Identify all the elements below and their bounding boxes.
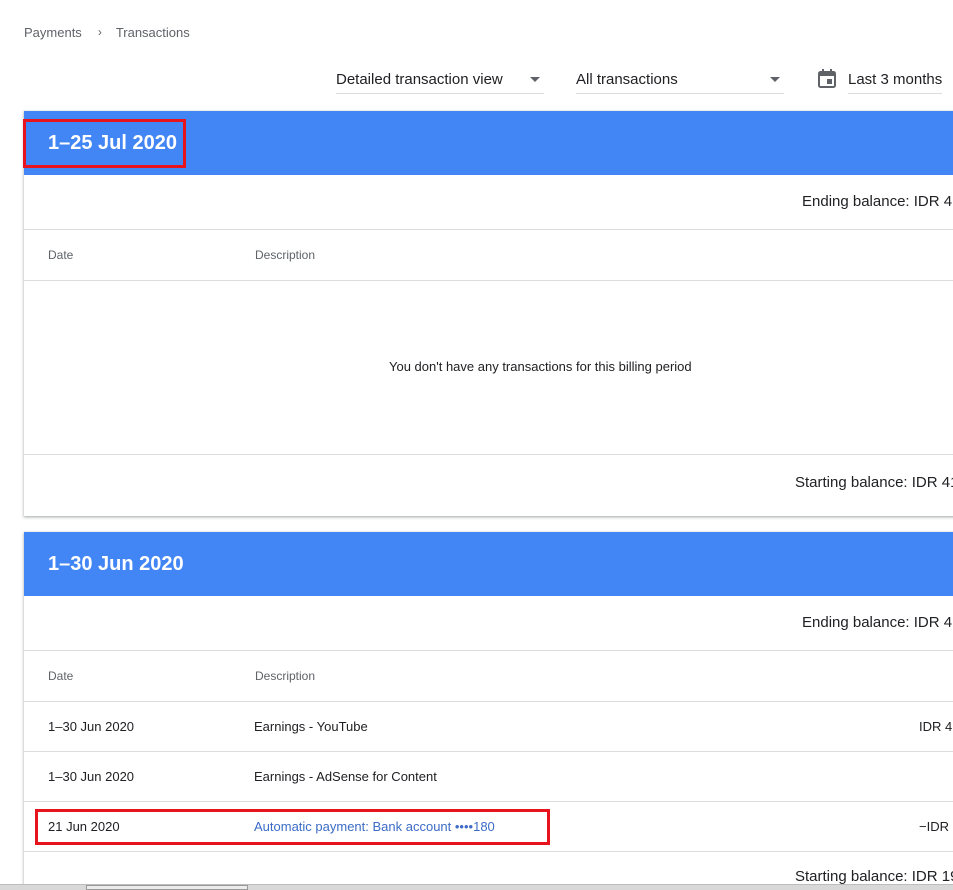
column-header-date: Date xyxy=(48,248,74,262)
starting-balance: Starting balance: IDR 41 xyxy=(795,474,953,491)
table-header: Date Description xyxy=(24,651,953,702)
empty-state: You don't have any transactions for this… xyxy=(24,281,953,455)
dropdown-arrow-icon xyxy=(530,77,540,82)
empty-message: You don't have any transactions for this… xyxy=(389,359,692,374)
scrollbar-thumb[interactable] xyxy=(86,885,248,890)
ending-balance: Ending balance: IDR 41 xyxy=(802,193,953,210)
calendar-icon xyxy=(818,69,836,88)
starting-balance: Starting balance: IDR 19 xyxy=(795,868,953,885)
date-range-picker[interactable]: Last 3 months xyxy=(816,66,953,94)
view-select[interactable]: Detailed transaction view xyxy=(336,66,544,94)
transaction-type-value: All transactions xyxy=(576,71,678,88)
horizontal-scrollbar[interactable] xyxy=(0,884,953,890)
period-title: 1–25 Jul 2020 xyxy=(24,111,953,175)
breadcrumb-current: Transactions xyxy=(115,24,190,40)
view-select-value: Detailed transaction view xyxy=(336,71,503,88)
column-header-description: Description xyxy=(255,248,316,262)
transaction-amount: IDR 4 xyxy=(919,719,953,734)
dropdown-arrow-icon xyxy=(770,77,780,82)
transactions-page: Payments › Transactions Detailed transac… xyxy=(0,0,953,890)
transaction-description: Earnings - AdSense for Content xyxy=(254,769,437,784)
transaction-date: 21 Jun 2020 xyxy=(48,819,120,834)
breadcrumb-payments-link[interactable]: Payments xyxy=(24,25,82,40)
billing-period-card: 1–30 Jun 2020 Ending balance: IDR 41 Dat… xyxy=(24,532,953,890)
table-header: Date Description xyxy=(24,230,953,281)
chevron-right-icon: › xyxy=(97,25,102,39)
transaction-row[interactable]: 21 Jun 2020 Automatic payment: Bank acco… xyxy=(24,802,953,852)
ending-balance: Ending balance: IDR 41 xyxy=(802,614,953,631)
automatic-payment-link[interactable]: Automatic payment: Bank account ••••180 xyxy=(254,802,495,851)
breadcrumb: Payments › Transactions xyxy=(24,24,190,40)
transaction-row[interactable]: 1–30 Jun 2020 Earnings - YouTube IDR 4 xyxy=(24,702,953,752)
transaction-amount: −IDR 1 xyxy=(919,819,953,834)
transaction-date: 1–30 Jun 2020 xyxy=(48,719,135,734)
transaction-description: Earnings - YouTube xyxy=(254,719,368,734)
transaction-date: 1–30 Jun 2020 xyxy=(48,769,135,784)
period-title: 1–30 Jun 2020 xyxy=(24,532,953,596)
ending-balance-row: Ending balance: IDR 41 xyxy=(24,596,953,651)
transaction-type-select[interactable]: All transactions xyxy=(576,66,784,94)
starting-balance-row: Starting balance: IDR 41 xyxy=(24,455,953,516)
date-range-value: Last 3 months xyxy=(848,71,943,94)
column-header-date: Date xyxy=(48,669,74,683)
transaction-row[interactable]: 1–30 Jun 2020 Earnings - AdSense for Con… xyxy=(24,752,953,802)
column-header-description: Description xyxy=(255,669,316,683)
ending-balance-row: Ending balance: IDR 41 xyxy=(24,175,953,230)
billing-period-card: 1–25 Jul 2020 Ending balance: IDR 41 Dat… xyxy=(24,111,953,516)
